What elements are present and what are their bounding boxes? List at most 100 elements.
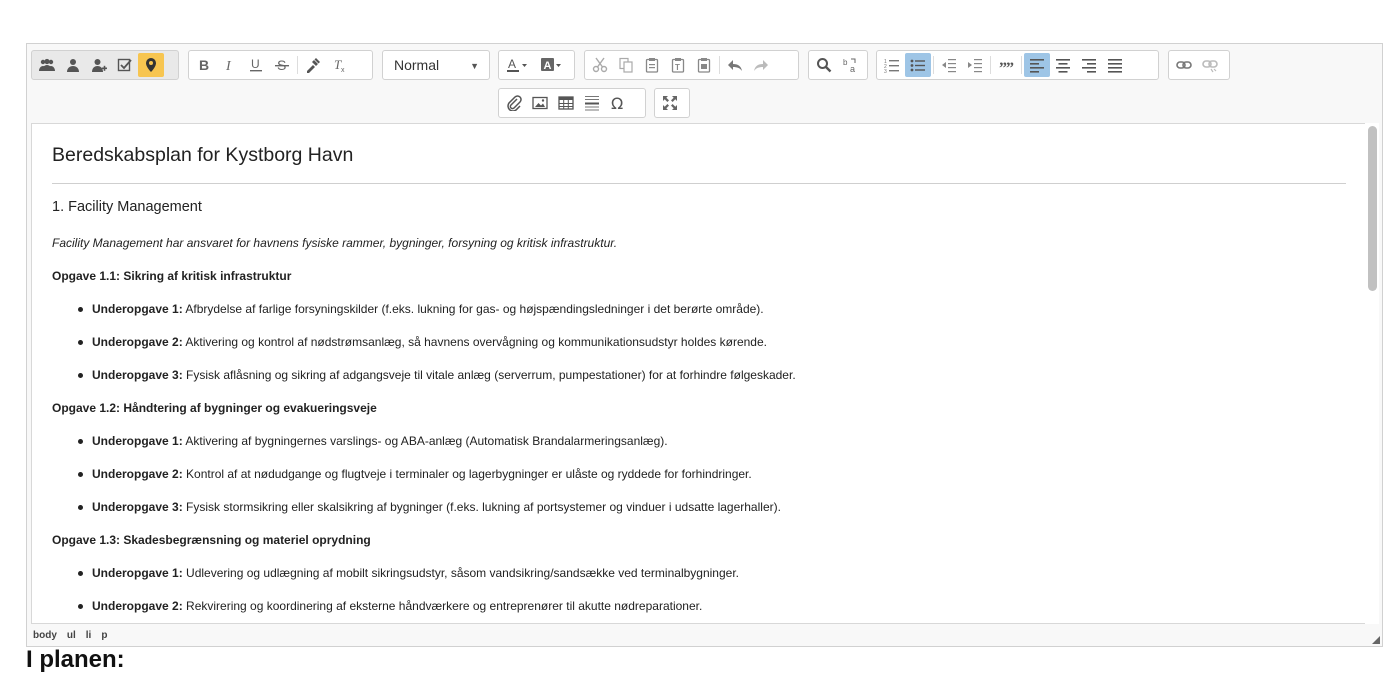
list-item: Underopgave 1: Udlevering og udlægning a… [78,566,739,580]
svg-text:Ω: Ω [611,95,623,111]
align-center-icon[interactable] [1050,53,1076,77]
toolbar-tools-group [654,88,690,118]
italic-icon[interactable]: I [217,53,243,77]
align-left-icon[interactable] [1024,53,1050,77]
copy-icon[interactable] [613,53,639,77]
svg-text:A: A [508,57,516,71]
path-item-p[interactable]: p [101,630,107,641]
toolbar-basic-styles-group: B I U S Tx [188,50,373,80]
subtask-text: Kontrol af at nødudgange og flugtveje i … [186,467,752,481]
underline-icon[interactable]: U [243,53,269,77]
subtask-text: Aktivering og kontrol af nødstrømsanlæg,… [185,335,767,349]
section-heading: 1. Facility Management [52,199,202,215]
editor-toolbar: B I U S Tx Normal ▼ A A T [27,44,1382,123]
path-item-li[interactable]: li [86,630,92,641]
list-item: Underopgave 2: Aktivering og kontrol af … [78,335,767,349]
subtask-label: Underopgave 3: [92,500,183,514]
clear-format-icon[interactable]: Tx [326,53,352,77]
subtask-label: Underopgave 2: [92,335,183,349]
subtask-label: Underopgave 1: [92,302,183,316]
svg-text:B: B [199,57,209,73]
svg-text:”: ” [1006,60,1014,73]
users-group-icon[interactable] [34,53,60,77]
path-item-body[interactable]: body [33,630,57,641]
toolbar-separator [990,56,991,74]
bulleted-list-icon[interactable] [905,53,931,77]
text-color-icon[interactable]: A [501,53,535,77]
horizontal-rule-icon[interactable] [579,91,605,115]
scrollbar-thumb[interactable] [1368,126,1377,291]
attachment-icon[interactable] [501,91,527,115]
paste-word-icon[interactable] [691,53,717,77]
resize-handle-icon[interactable] [1372,636,1380,644]
element-path-bar: body ul li p [27,624,1382,646]
link-icon[interactable] [1171,53,1197,77]
list-item: Underopgave 3: Fysisk aflåsning og sikri… [78,368,796,382]
chevron-down-icon: ▼ [470,61,479,71]
svg-text:U: U [251,57,260,71]
user-add-icon[interactable] [86,53,112,77]
user-icon[interactable] [60,53,86,77]
document-title: Beredskabsplan for Kystborg Havn [52,144,354,166]
rich-text-editor: B I U S Tx Normal ▼ A A T [26,43,1383,647]
justify-icon[interactable] [1102,53,1128,77]
subtask-label: Underopgave 1: [92,566,183,580]
toolbar-links-group [1168,50,1230,80]
bold-icon[interactable]: B [191,53,217,77]
svg-text:b: b [843,58,848,67]
subtask-text: Fysisk aflåsning og sikring af adgangsve… [186,368,796,382]
content-scrollbar[interactable] [1365,123,1379,624]
format-select-value: Normal [394,57,440,73]
list-item: Underopgave 3: Fysisk stormsikring eller… [78,500,781,514]
find-icon[interactable] [811,53,837,77]
indent-icon[interactable] [962,53,988,77]
align-right-icon[interactable] [1076,53,1102,77]
unlink-icon[interactable] [1197,53,1223,77]
special-char-icon[interactable]: Ω [605,91,631,115]
undo-icon[interactable] [722,53,748,77]
paste-icon[interactable] [639,53,665,77]
image-icon[interactable] [527,91,553,115]
checkbox-icon[interactable] [112,53,138,77]
maximize-icon[interactable] [657,91,683,115]
section-intro: Facility Management har ansvaret for hav… [52,236,618,250]
strikethrough-icon[interactable]: S [269,53,295,77]
toolbar-colors-group: A A [498,50,575,80]
toolbar-paragraph-group: 123 ”” [876,50,1159,80]
task-heading: Opgave 1.1: Sikring af kritisk infrastru… [52,269,292,283]
toolbar-find-group: ba [808,50,868,80]
subtask-label: Underopgave 2: [92,467,183,481]
map-pin-icon[interactable] [138,53,164,77]
numbered-list-icon[interactable]: 123 [879,53,905,77]
task-heading: Opgave 1.2: Håndtering af bygninger og e… [52,401,377,415]
format-select[interactable]: Normal ▼ [382,50,490,80]
path-item-ul[interactable]: ul [67,630,76,641]
replace-icon[interactable]: ba [837,53,863,77]
eyedropper-icon[interactable] [300,53,326,77]
blockquote-icon[interactable]: ”” [993,53,1019,77]
redo-icon[interactable] [748,53,774,77]
toolbar-separator [933,56,934,74]
background-color-icon[interactable]: A [535,53,569,77]
outdent-icon[interactable] [936,53,962,77]
toolbar-separator [1021,56,1022,74]
subtask-text: Udlevering og udlægning af mobilt sikrin… [186,566,739,580]
title-divider [52,183,1346,184]
toolbar-separator [719,56,720,74]
task-heading: Opgave 1.3: Skadesbegrænsning og materie… [52,533,371,547]
subtask-text: Fysisk stormsikring eller skalsikring af… [186,500,781,514]
below-editor-heading: I planen: [26,646,125,673]
svg-text:I: I [225,59,232,73]
svg-text:A: A [544,60,552,72]
toolbar-plugins-group [31,50,179,80]
cut-icon[interactable] [587,53,613,77]
svg-text:a: a [850,64,855,73]
list-item: Underopgave 1: Afbrydelse af farlige for… [78,302,764,316]
subtask-label: Underopgave 3: [92,368,183,382]
table-icon[interactable] [553,91,579,115]
svg-text:x: x [341,67,345,73]
paste-text-icon[interactable]: T [665,53,691,77]
list-item: Underopgave 1: Aktivering af bygningerne… [78,434,668,448]
toolbar-clipboard-group: T [584,50,799,80]
editor-content-area[interactable]: Beredskabsplan for Kystborg Havn 1. Faci… [31,123,1367,624]
